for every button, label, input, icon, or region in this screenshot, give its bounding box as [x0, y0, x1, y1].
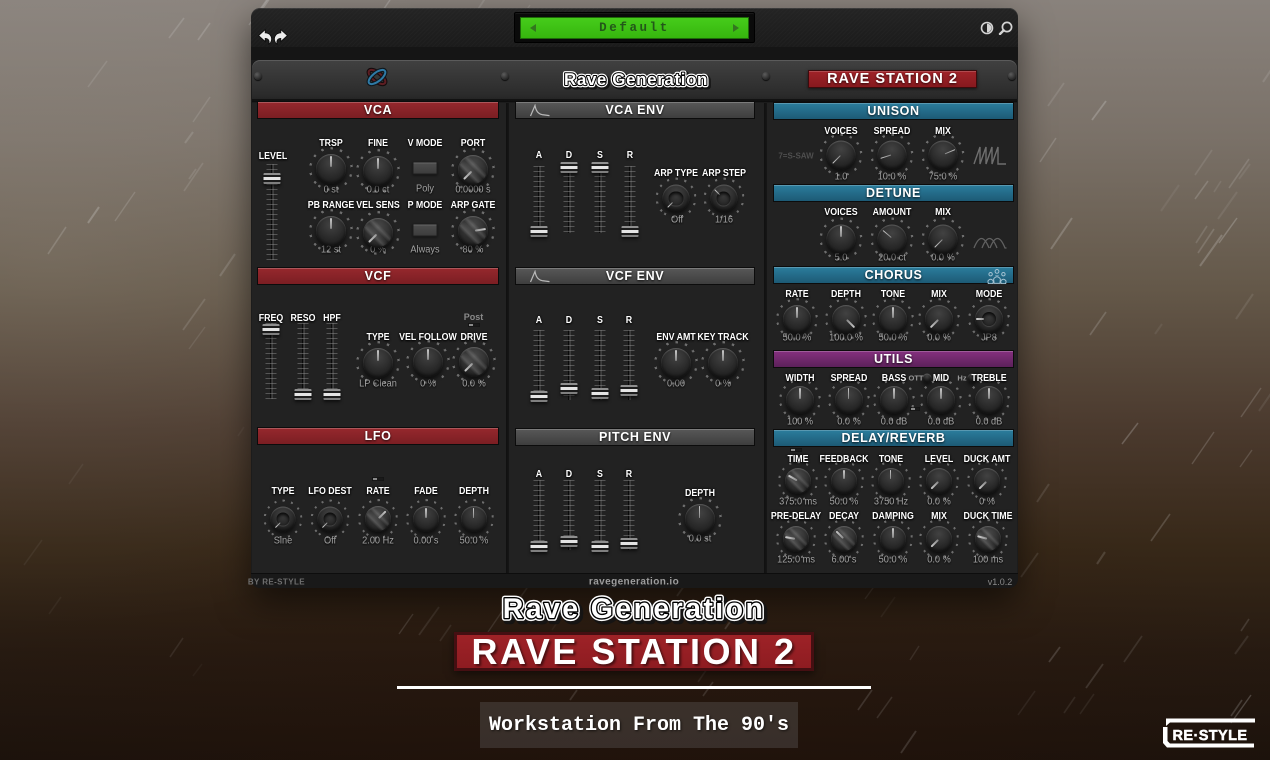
svg-text:RE·STYLE: RE·STYLE	[1173, 728, 1248, 744]
svg-text:Rave Generation: Rave Generation	[503, 593, 766, 625]
svg-text:Rave Generation: Rave Generation	[564, 70, 708, 89]
